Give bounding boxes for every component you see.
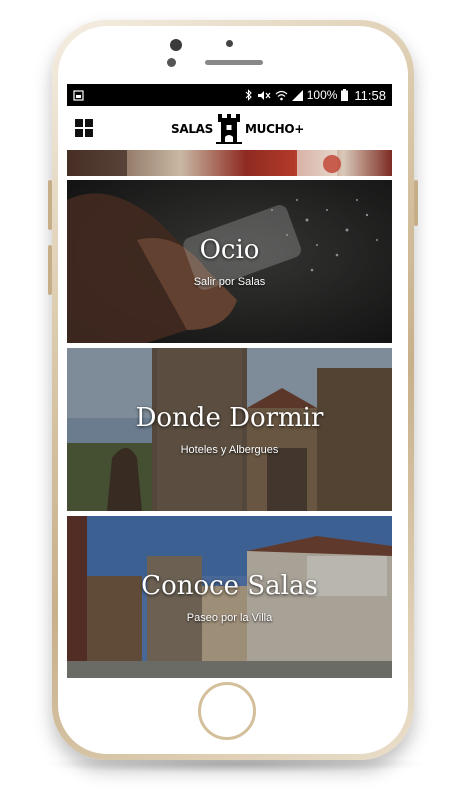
front-camera	[167, 58, 176, 67]
sim-icon	[73, 89, 84, 101]
card-title: Donde Dormir	[135, 403, 324, 433]
app-screen: 100% 11:58 SALAS MUCHO+ Ocio Salir por S…	[67, 84, 392, 678]
camera-lens	[170, 39, 182, 51]
partial-card[interactable]	[67, 150, 392, 176]
app-header: SALAS MUCHO+	[67, 106, 392, 150]
card-ocio[interactable]: Ocio Salir por Salas	[67, 180, 392, 343]
wifi-icon	[275, 90, 288, 100]
logo-text-left: SALAS	[171, 122, 214, 136]
battery-icon	[341, 89, 349, 101]
card-title: Ocio	[199, 235, 260, 265]
clock-time: 11:58	[354, 87, 386, 103]
grid-menu-icon[interactable]	[75, 119, 93, 137]
home-button[interactable]	[198, 682, 256, 740]
card-subtitle: Salir por Salas	[193, 276, 266, 288]
logo-text-right: MUCHO+	[245, 122, 305, 136]
card-title: Conoce Salas	[141, 571, 318, 601]
card-donde-dormir[interactable]: Donde Dormir Hoteles y Albergues	[67, 348, 392, 511]
signal-icon	[291, 89, 303, 101]
app-logo[interactable]: SALAS MUCHO+	[171, 114, 304, 144]
sensor-dot	[226, 40, 233, 47]
card-subtitle: Hoteles y Albergues	[180, 444, 279, 456]
volume-button	[48, 245, 52, 295]
partial-card-image	[67, 150, 341, 176]
status-bar: 100% 11:58	[67, 84, 392, 106]
mute-icon	[257, 90, 271, 100]
earpiece-speaker	[205, 60, 263, 65]
card-subtitle: Paseo por la Villa	[186, 612, 273, 624]
power-button	[414, 180, 418, 226]
card-conoce-salas[interactable]: Conoce Salas Paseo por la Villa	[67, 516, 392, 678]
volume-button	[48, 180, 52, 230]
bluetooth-icon	[245, 89, 252, 101]
battery-percent: 100%	[306, 88, 338, 102]
castle-tower-icon	[216, 114, 243, 144]
